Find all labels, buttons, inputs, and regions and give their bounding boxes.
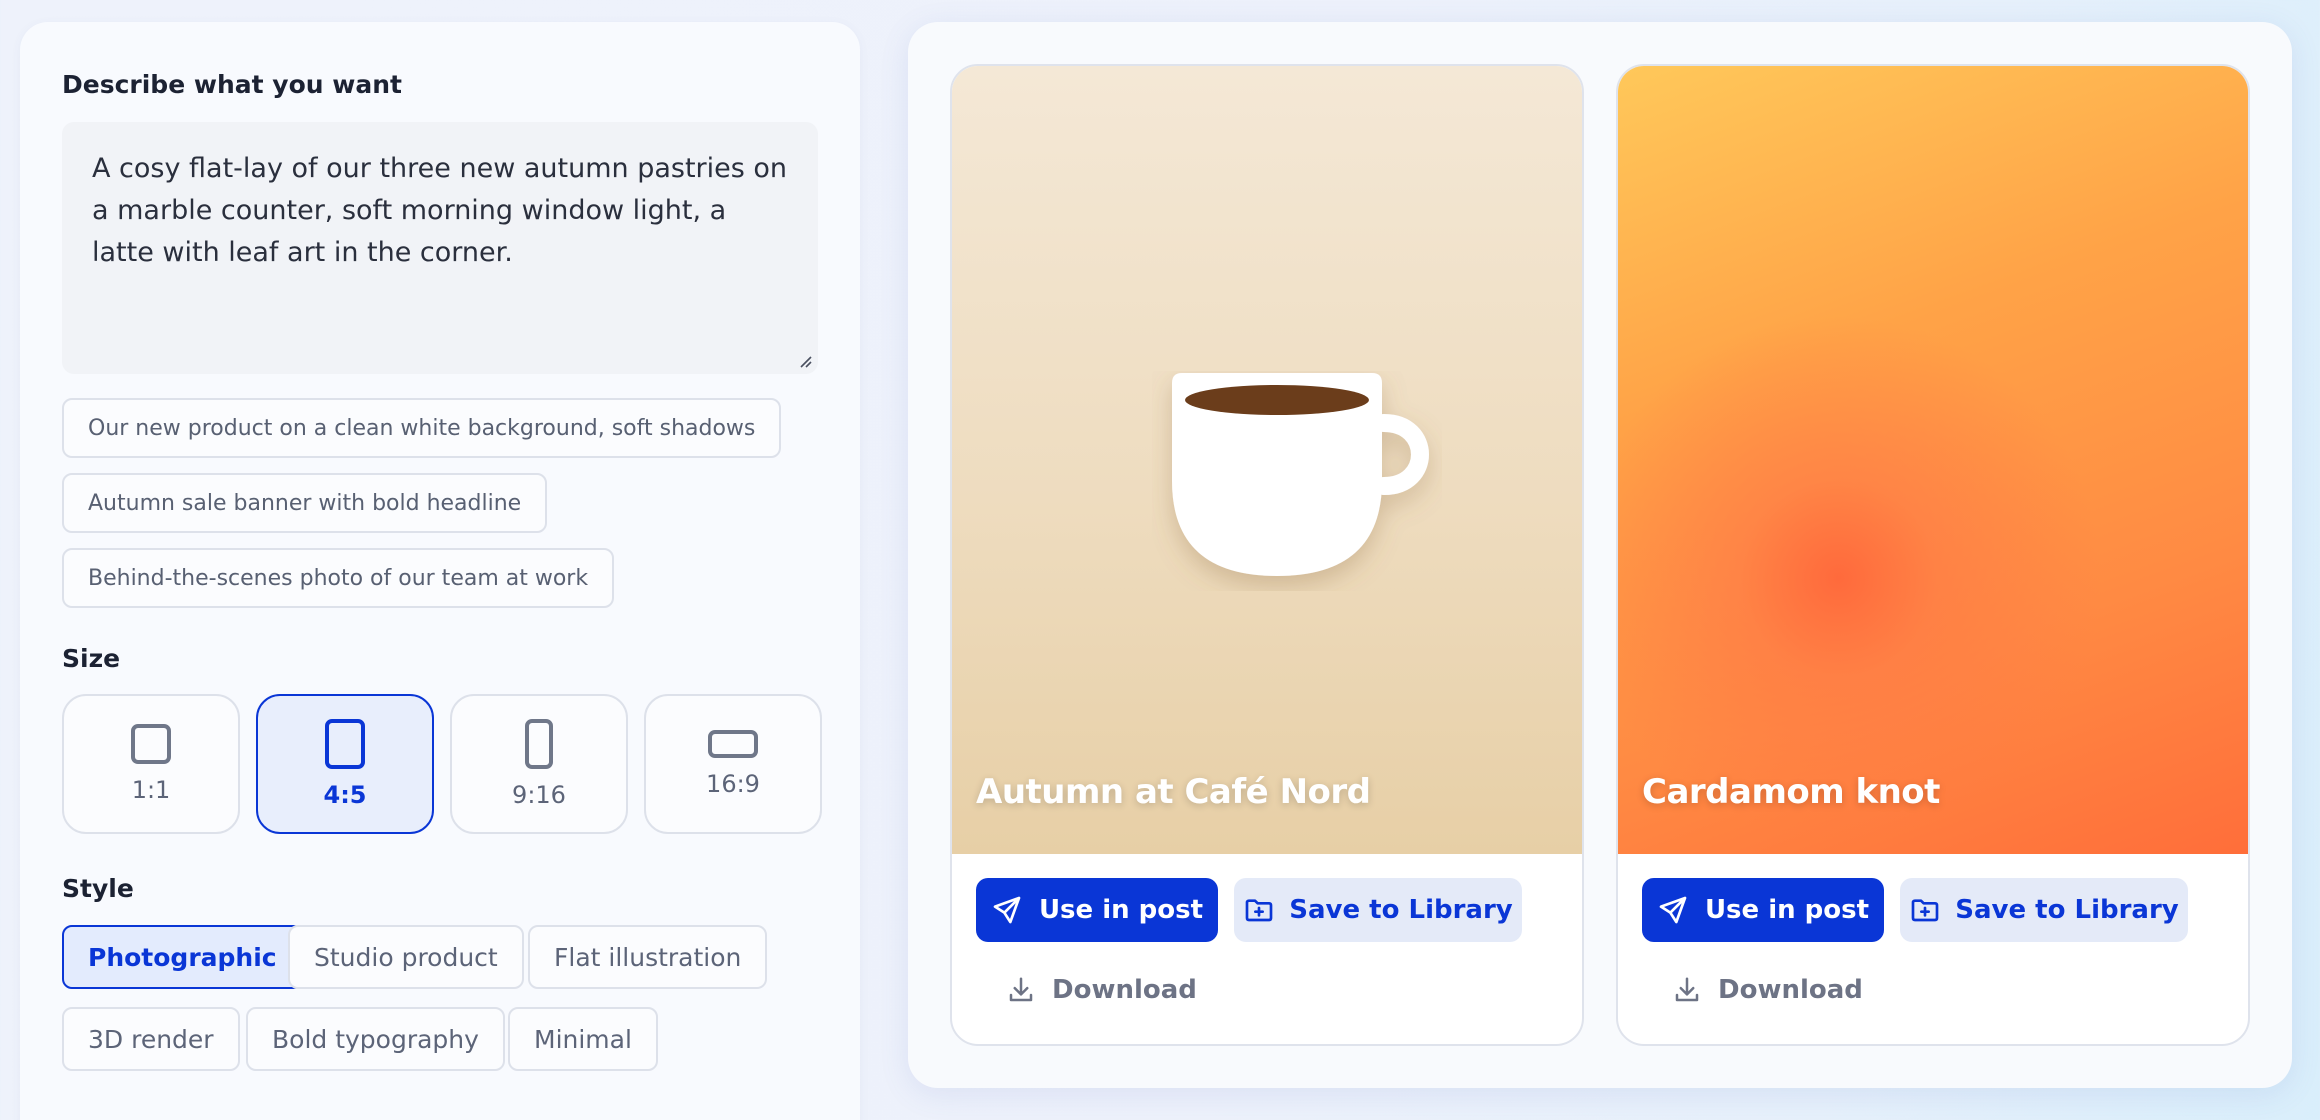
resize-handle-icon[interactable] (796, 352, 812, 368)
result-card: Autumn at Café Nord Use in post Save to … (950, 64, 1584, 1046)
prompt-label: Describe what you want (62, 70, 402, 99)
size-option-label: 4:5 (323, 781, 367, 809)
size-option-16-9[interactable]: 16:9 (644, 694, 822, 834)
style-option-label: Flat illustration (554, 942, 742, 972)
style-option-bold-typography[interactable]: Bold typography (246, 1007, 505, 1071)
size-option-label: 1:1 (131, 776, 171, 804)
size-option-1-1[interactable]: 1:1 (62, 694, 240, 834)
save-to-library-button[interactable]: Save to Library (1900, 878, 2188, 942)
generated-image[interactable]: Autumn at Café Nord (952, 66, 1582, 854)
button-label: Use in post (1704, 895, 1870, 925)
style-option-label: 3D render (88, 1024, 214, 1054)
generated-image[interactable]: Cardamom knot (1618, 66, 2248, 854)
button-label: Save to Library (1955, 895, 2179, 925)
folder-plus-icon (1245, 899, 1273, 922)
style-option-photographic[interactable]: Photographic (62, 925, 303, 989)
generator-panel: Describe what you want A cosy flat-lay o… (20, 22, 860, 1120)
image-caption: Cardamom knot (1642, 772, 1940, 812)
download-button[interactable]: Download (1672, 970, 1863, 1010)
landscape-ratio-icon (708, 730, 758, 758)
size-option-label: 16:9 (706, 770, 760, 798)
suggestion-chip[interactable]: Autumn sale banner with bold headline (62, 473, 548, 533)
results-panel: Autumn at Café Nord Use in post Save to … (908, 22, 2292, 1088)
tall-ratio-icon (525, 719, 553, 769)
save-to-library-button[interactable]: Save to Library (1234, 878, 1522, 942)
prompt-text: A cosy flat-lay of our three new autumn … (92, 153, 788, 268)
result-card: Cardamom knot Use in post Save to Librar… (1616, 64, 2250, 1046)
style-option-flat-illustration[interactable]: Flat illustration (528, 925, 768, 989)
prompt-textarea[interactable]: A cosy flat-lay of our three new autumn … (62, 122, 818, 374)
suggestion-label: Behind-the-scenes photo of our team at w… (88, 565, 589, 591)
button-label: Download (1052, 975, 1197, 1005)
style-option-studio-product[interactable]: Studio product (288, 925, 524, 989)
style-option-minimal[interactable]: Minimal (508, 1007, 658, 1071)
style-label: Style (62, 874, 134, 903)
size-option-label: 9:16 (512, 781, 566, 809)
coffee-cup-icon (1172, 373, 1429, 576)
suggestion-chip[interactable]: Our new product on a clean white backgro… (62, 398, 782, 458)
button-label: Use in post (1038, 895, 1204, 925)
send-icon (1659, 896, 1687, 924)
use-in-post-button[interactable]: Use in post (1642, 878, 1884, 942)
button-label: Download (1718, 975, 1863, 1005)
use-in-post-button[interactable]: Use in post (976, 878, 1218, 942)
suggestion-chip[interactable]: Behind-the-scenes photo of our team at w… (62, 548, 615, 608)
folder-plus-icon (1911, 899, 1939, 922)
size-option-9-16[interactable]: 9:16 (450, 694, 628, 834)
send-icon (993, 896, 1021, 924)
style-option-3d-render[interactable]: 3D render (62, 1007, 240, 1071)
size-label: Size (62, 644, 121, 673)
size-option-4-5[interactable]: 4:5 (256, 694, 434, 834)
style-option-label: Minimal (534, 1024, 632, 1054)
style-option-label: Bold typography (272, 1024, 479, 1054)
download-icon (1009, 977, 1033, 1002)
download-icon (1675, 977, 1699, 1002)
style-option-label: Photographic (88, 942, 277, 972)
button-label: Save to Library (1289, 895, 1513, 925)
square-ratio-icon (131, 724, 171, 764)
portrait-ratio-icon (325, 719, 365, 769)
download-button[interactable]: Download (1006, 970, 1197, 1010)
suggestion-label: Our new product on a clean white backgro… (88, 415, 756, 441)
image-caption: Autumn at Café Nord (976, 772, 1371, 812)
style-option-label: Studio product (314, 942, 498, 972)
suggestion-label: Autumn sale banner with bold headline (88, 490, 522, 516)
